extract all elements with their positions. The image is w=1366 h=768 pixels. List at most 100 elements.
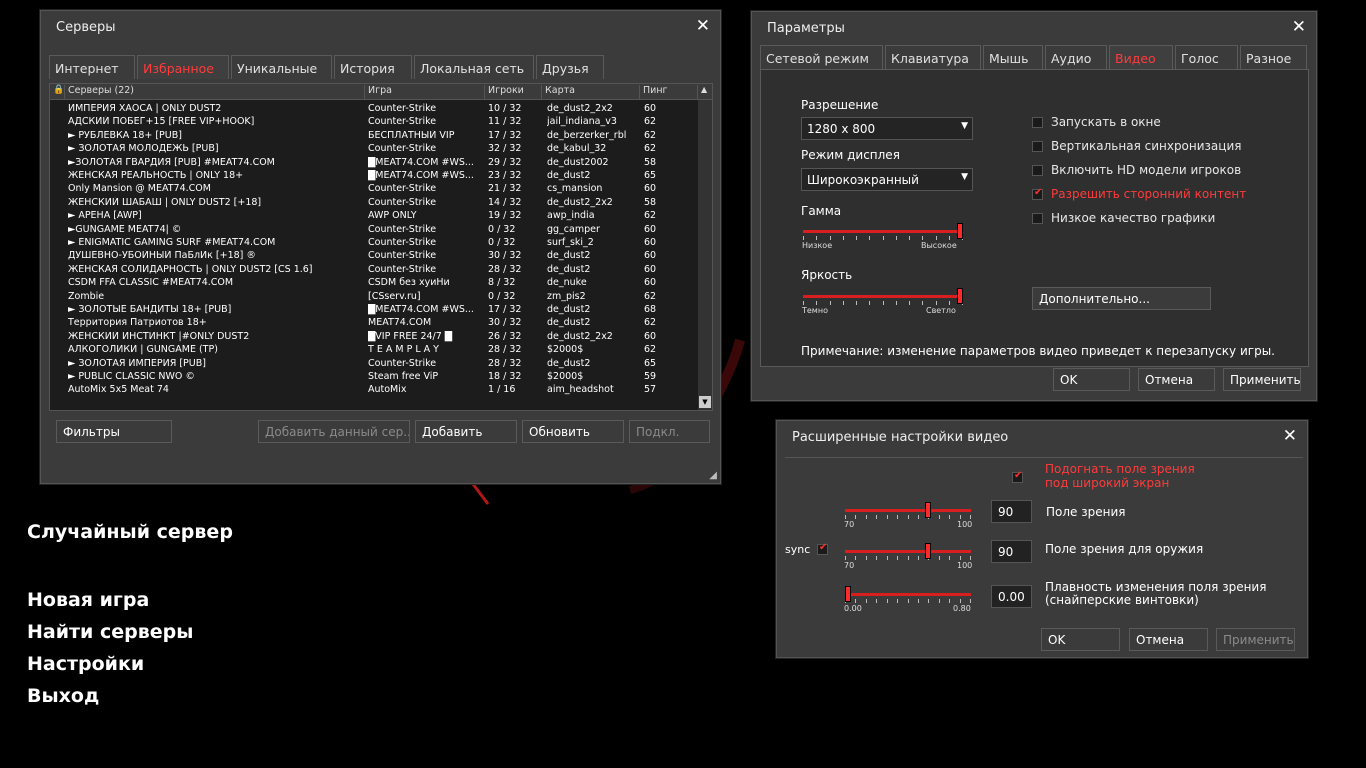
table-row[interactable]: Only Mansion @ MEAT74.COM Counter-Strike 2…: [50, 182, 700, 195]
brightness-label: Яркость: [801, 268, 853, 282]
column-players[interactable]: Игроки: [484, 85, 541, 99]
menu-settings[interactable]: Настройки: [27, 653, 193, 675]
tab-history[interactable]: История: [334, 55, 412, 79]
cell-players: 17 / 32: [488, 129, 522, 141]
fov-smoothing-slider-thumb[interactable]: [845, 586, 851, 602]
cell-players: 32 / 32: [488, 143, 522, 155]
table-row[interactable]: АЛКОГОЛИКИ | GUNGAME (TP) T E A M P L A Y…: [50, 343, 700, 356]
cell-name: AutoMix 5x5 Meat 74: [68, 384, 169, 396]
table-row[interactable]: ► ENIGMATIC GAMING SURF #MEAT74.COM Count…: [50, 236, 700, 249]
cell-ping: 60: [644, 237, 657, 248]
column-map[interactable]: Карта: [541, 85, 639, 99]
advanced-ok-button[interactable]: OK: [1041, 628, 1120, 651]
tab-favorites[interactable]: Избранное: [137, 55, 229, 79]
cell-map: awp_india: [547, 210, 595, 222]
sync-checkbox[interactable]: [817, 542, 831, 558]
advanced-cancel-button[interactable]: Отмена: [1129, 628, 1208, 651]
weapon-fov-min-label: 70: [844, 561, 855, 570]
cell-name: ► ENIGMATIC GAMING SURF #MEAT74.COM: [68, 237, 276, 248]
add-server-button[interactable]: Добавить: [415, 420, 517, 443]
table-row[interactable]: ► АРЕНА [AWP] AWP ONLY 19 / 32 awp_india 62: [50, 209, 700, 222]
display-mode-select[interactable]: Широкоэкранный ▼: [801, 168, 973, 191]
connect-button[interactable]: Подкл.: [629, 420, 710, 443]
close-icon[interactable]: ✕: [696, 16, 710, 36]
table-row[interactable]: ДУШЕВНО-УБОЙНЫЙ ПаБлИк [+18] ® Counter-St…: [50, 249, 700, 262]
scroll-down-icon[interactable]: ▼: [699, 396, 711, 408]
tab-misc[interactable]: Разное: [1240, 45, 1307, 69]
table-row[interactable]: ► PUBLIC CLASSIC NWO © Steam free ViP 18 /…: [50, 370, 700, 383]
tab-unique[interactable]: Уникальные: [231, 55, 332, 79]
fov-slider[interactable]: [845, 502, 971, 530]
menu-new-game[interactable]: Новая игра: [27, 589, 193, 611]
menu-random-server[interactable]: Случайный сервер: [27, 521, 233, 543]
weapon-fov-value-field[interactable]: 90: [991, 540, 1032, 563]
table-row[interactable]: ЖЕНСКАЯ РЕАЛЬНОСТЬ | ONLY 18+ █MEAT74.COM…: [50, 169, 700, 182]
close-icon[interactable]: ✕: [1283, 426, 1297, 446]
cell-map: de_dust2: [547, 357, 591, 369]
cell-players: 0 / 32: [488, 290, 516, 302]
table-row[interactable]: ► ЗОЛОТАЯ ИМПЕРИЯ [PUB] Counter-Strike 28 …: [50, 357, 700, 370]
cell-players: 26 / 32: [488, 330, 522, 342]
tab-video[interactable]: Видео: [1109, 45, 1173, 69]
close-icon[interactable]: ✕: [1292, 17, 1306, 37]
refresh-button[interactable]: Обновить: [522, 420, 624, 443]
cell-players: 28 / 32: [488, 263, 522, 275]
table-row[interactable]: ЖЕНСКИЙ ШАБАШ | ONLY DUST2 [+18] Counter-…: [50, 196, 700, 209]
table-row[interactable]: ►GUNGAME MEAT74| © Counter-Strike 0 / 32 gg…: [50, 223, 700, 236]
apply-button[interactable]: Применить: [1223, 368, 1301, 391]
table-row[interactable]: Территория Патриотов 18+ MEAT74.COM 30 / 3…: [50, 316, 700, 329]
ok-button[interactable]: OK: [1053, 368, 1130, 391]
cell-name: ► ЗОЛОТАЯ ИМПЕРИЯ [PUB]: [68, 357, 206, 369]
brightness-slider-thumb[interactable]: [957, 288, 963, 304]
table-row[interactable]: Zombie [CSserv.ru] 0 / 32 zm_pis2 62: [50, 290, 700, 303]
tab-mouse[interactable]: Мышь: [983, 45, 1043, 69]
table-row[interactable]: ИМПЕРИЯ ХАОСА | ONLY DUST2 Counter-Strike…: [50, 102, 700, 115]
cell-game: [CSserv.ru]: [368, 290, 421, 302]
tab-lan[interactable]: Локальная сеть: [414, 55, 534, 79]
table-row[interactable]: ► ЗОЛОТЫЕ БАНДИТЫ 18+ [PUB] █MEAT74.COM #…: [50, 303, 700, 316]
column-ping[interactable]: Пинг: [639, 85, 697, 99]
fit-fov-label: Подогнать поле зрения под широкий экран: [1045, 462, 1195, 490]
tab-friends[interactable]: Друзья: [536, 55, 604, 79]
resolution-label: Разрешение: [801, 98, 879, 112]
gamma-slider-thumb[interactable]: [957, 223, 963, 239]
cancel-button[interactable]: Отмена: [1138, 368, 1215, 391]
column-game[interactable]: Игра: [364, 85, 484, 99]
fov-slider-thumb[interactable]: [925, 502, 931, 518]
table-row[interactable]: CSDM FFA CLASSIC #MEAT74.COM CSDM без хуи…: [50, 276, 700, 289]
fov-smoothing-value-field[interactable]: 0.00: [991, 585, 1032, 608]
tab-audio[interactable]: Аудио: [1045, 45, 1107, 69]
advanced-apply-button[interactable]: Применить: [1216, 628, 1295, 651]
cell-players: 28 / 32: [488, 357, 522, 369]
add-current-server-button[interactable]: Добавить данный сер...: [258, 420, 410, 443]
cell-name: АЛКОГОЛИКИ | GUNGAME (TP): [68, 344, 218, 356]
resolution-select[interactable]: 1280 x 800 ▼: [801, 117, 973, 140]
table-row[interactable]: ЖЕНСКАЯ СОЛИДАРНОСТЬ | ONLY DUST2 [CS 1.…: [50, 263, 700, 276]
weapon-fov-slider[interactable]: [845, 543, 971, 571]
cell-ping: 68: [644, 304, 657, 315]
column-servers[interactable]: Серверы (22): [64, 85, 364, 99]
table-row[interactable]: ЖЕНСКИЙ ИНСТИНКТ |#ONLY DUST2 █VIP FREE 2…: [50, 330, 700, 343]
table-row[interactable]: АДСКИЙ ПОБЕГ+15 [FREE VIP+HOOK] Counter-S…: [50, 115, 700, 128]
scrollbar[interactable]: ▼: [698, 100, 712, 410]
table-row[interactable]: ►ЗОЛОТАЯ ГВАРДИЯ [PUB] #MEAT74.COM █MEAT7…: [50, 156, 700, 169]
tab-keyboard[interactable]: Клавиатура: [885, 45, 981, 69]
table-row[interactable]: ► РУБЛЁВКА 18+ [PUB] БЕСПЛАТНЫЙ VIP 17 / 3…: [50, 129, 700, 142]
advanced-video-button[interactable]: Дополнительно...: [1032, 287, 1211, 310]
fov-value-field[interactable]: 90: [991, 500, 1032, 523]
lock-icon: 🔒: [53, 85, 65, 95]
cell-map: $2000$: [547, 371, 584, 382]
tab-network[interactable]: Сетевой режим: [760, 45, 883, 69]
resize-grip-icon[interactable]: ◢: [709, 470, 717, 481]
tab-voice[interactable]: Голос: [1175, 45, 1238, 69]
cell-name: АДСКИЙ ПОБЕГ+15 [FREE VIP+HOOK]: [68, 116, 255, 128]
table-row[interactable]: AutoMix 5x5 Meat 74 AutoMix 1 / 16 aim_head…: [50, 383, 700, 396]
table-row[interactable]: ► ЗОЛОТАЯ МОЛОДЁЖЬ [PUB] Counter-Strike 32…: [50, 142, 700, 155]
weapon-fov-slider-thumb[interactable]: [925, 543, 931, 559]
scroll-up-icon[interactable]: ▲: [697, 85, 712, 99]
filters-button[interactable]: Фильтры: [56, 420, 172, 443]
fit-fov-checkbox[interactable]: [1012, 470, 1028, 486]
menu-find-servers[interactable]: Найти серверы: [27, 621, 193, 643]
tab-internet[interactable]: Интернет: [49, 55, 135, 79]
menu-exit[interactable]: Выход: [27, 685, 193, 707]
